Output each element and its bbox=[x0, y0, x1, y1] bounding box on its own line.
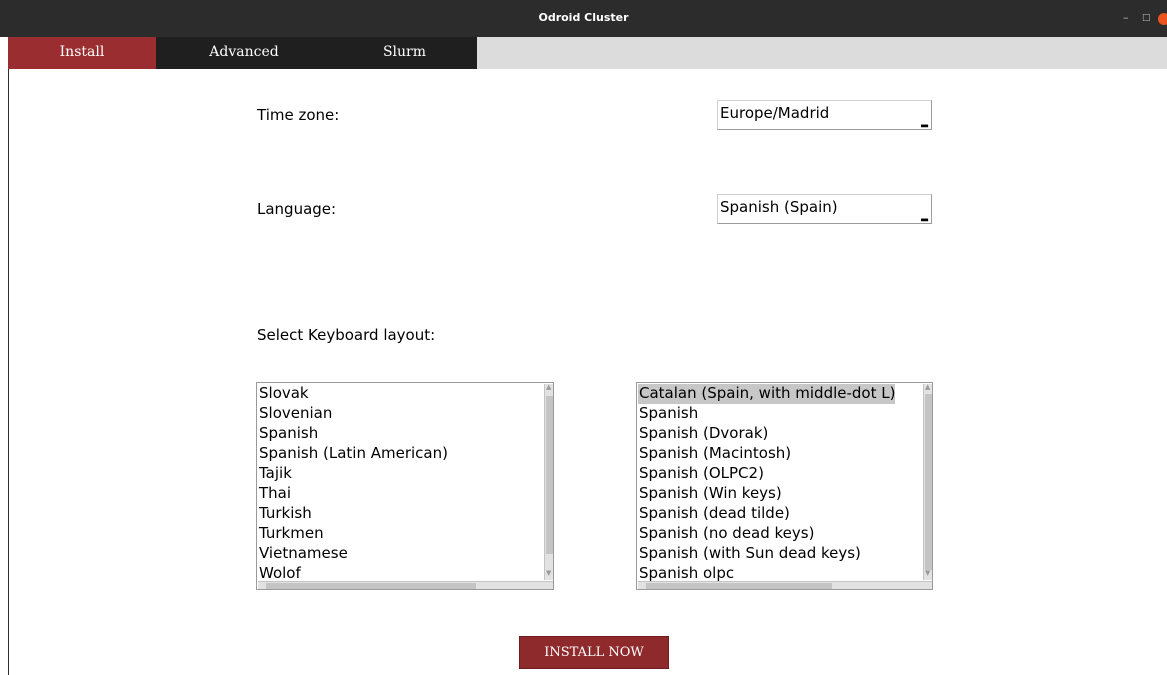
title-bar: Odroid Cluster – □ bbox=[0, 0, 1167, 37]
maximize-icon[interactable]: □ bbox=[1142, 13, 1151, 23]
variant-list-item[interactable]: Spanish (no dead keys) bbox=[638, 524, 895, 544]
tab-advanced[interactable]: Advanced bbox=[156, 37, 332, 69]
variant-vertical-scrollbar[interactable]: ▲ ▼ bbox=[923, 384, 932, 580]
language-dropdown[interactable]: Spanish (Spain) ▂ bbox=[717, 194, 932, 224]
variant-list-item[interactable]: Spanish (dead tilde) bbox=[638, 504, 895, 524]
variant-list-item[interactable]: Spanish (Win keys) bbox=[638, 484, 895, 504]
scroll-down-icon[interactable]: ▼ bbox=[925, 570, 930, 577]
minimize-icon[interactable]: – bbox=[1123, 11, 1129, 24]
variant-list-item[interactable]: Spanish (Macintosh) bbox=[638, 444, 895, 464]
variant-list-item[interactable]: Spanish (Dvorak) bbox=[638, 424, 895, 444]
scrollbar-thumb[interactable] bbox=[546, 396, 553, 554]
layout-list-item[interactable]: Spanish bbox=[258, 424, 448, 444]
keyboard-layout-list[interactable]: Slovak Slovenian Spanish Spanish (Latin Ame… bbox=[256, 382, 554, 590]
timezone-dropdown[interactable]: Europe/Madrid ▂ bbox=[717, 100, 932, 130]
layout-list-item[interactable]: Slovenian bbox=[258, 404, 448, 424]
layout-list-item[interactable]: Slovak bbox=[258, 384, 448, 404]
layout-list-item[interactable]: Spanish (Latin American) bbox=[258, 444, 448, 464]
language-value: Spanish (Spain) bbox=[720, 198, 838, 216]
scroll-up-icon[interactable]: ▲ bbox=[925, 384, 930, 391]
variant-list-item[interactable]: Spanish (OLPC2) bbox=[638, 464, 895, 484]
scroll-down-icon[interactable]: ▼ bbox=[546, 570, 551, 577]
timezone-label: Time zone: bbox=[257, 106, 340, 124]
layout-list-item[interactable]: Thai bbox=[258, 484, 448, 504]
install-now-button[interactable]: INSTALL NOW bbox=[519, 636, 669, 669]
variant-items: Catalan (Spain, with middle-dot L) Spanis… bbox=[638, 384, 896, 584]
layout-vertical-scrollbar[interactable]: ▲ ▼ bbox=[544, 384, 553, 580]
close-icon[interactable] bbox=[1158, 13, 1167, 25]
scrollbar-thumb[interactable] bbox=[266, 583, 476, 589]
layout-horizontal-scrollbar[interactable] bbox=[258, 581, 553, 589]
app-window bbox=[8, 37, 1167, 675]
timezone-value: Europe/Madrid bbox=[720, 104, 830, 122]
scrollbar-thumb[interactable] bbox=[646, 583, 832, 589]
dropdown-arrow-icon: ▂ bbox=[921, 118, 928, 128]
scroll-up-icon[interactable]: ▲ bbox=[546, 384, 551, 391]
layout-list-item[interactable]: Turkmen bbox=[258, 524, 448, 544]
layout-list-item[interactable]: Vietnamese bbox=[258, 544, 448, 564]
variant-list-item[interactable]: Catalan (Spain, with middle-dot L) bbox=[638, 384, 896, 404]
tab-install[interactable]: Install bbox=[8, 37, 156, 69]
variant-horizontal-scrollbar[interactable] bbox=[638, 581, 932, 589]
dropdown-arrow-icon: ▂ bbox=[921, 212, 928, 222]
language-label: Language: bbox=[257, 200, 337, 218]
keyboard-layout-label: Select Keyboard layout: bbox=[257, 326, 436, 344]
tab-slurm[interactable]: Slurm bbox=[332, 37, 477, 69]
variant-list-item[interactable]: Spanish bbox=[638, 404, 895, 424]
keyboard-variant-list[interactable]: Catalan (Spain, with middle-dot L) Spanis… bbox=[636, 382, 933, 590]
window-title: Odroid Cluster bbox=[538, 11, 629, 24]
scrollbar-thumb[interactable] bbox=[925, 394, 932, 570]
layout-list-item[interactable]: Turkish bbox=[258, 504, 448, 524]
layout-list-item[interactable]: Tajik bbox=[258, 464, 448, 484]
variant-list-item[interactable]: Spanish (with Sun dead keys) bbox=[638, 544, 895, 564]
layout-items: Slovak Slovenian Spanish Spanish (Latin Ame… bbox=[258, 384, 448, 584]
